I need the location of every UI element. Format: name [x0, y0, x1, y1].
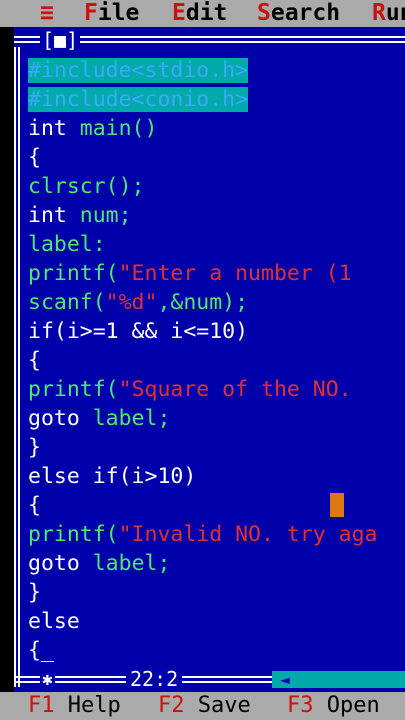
function-key-bar: F1 Help F2 Save F3 Open: [0, 692, 405, 720]
code-token: "Square of the NO.: [118, 377, 365, 402]
code-token: if(i>=1 && i<=10): [28, 319, 249, 344]
code-token: {_: [28, 638, 54, 663]
code-token: label;: [92, 551, 171, 576]
code-line[interactable]: int main(): [28, 114, 405, 143]
cursor-position: 22:2: [126, 667, 183, 692]
code-token: label;: [92, 406, 171, 431]
menu-search[interactable]: Search: [257, 0, 340, 27]
code-token: main(): [79, 116, 158, 141]
system-menu-icon[interactable]: ≡: [40, 0, 54, 27]
code-line[interactable]: if(i>=1 && i<=10): [28, 317, 405, 346]
save-key[interactable]: F2 Save: [158, 692, 251, 720]
code-token: else: [28, 609, 80, 634]
menu-file-label: ile: [97, 0, 140, 26]
code-line[interactable]: else if(i>10): [28, 462, 405, 491]
open-key-code: F3: [287, 693, 314, 718]
menu-search-label: earch: [270, 0, 341, 26]
open-key-label: Open: [313, 693, 380, 718]
code-line[interactable]: }: [28, 578, 405, 607]
help-key[interactable]: F1 Help: [28, 692, 121, 720]
code-token: }: [28, 435, 41, 460]
open-key[interactable]: F3 Open: [287, 692, 380, 720]
code-line[interactable]: label:: [28, 230, 405, 259]
menu-file-hotkey: F: [84, 0, 98, 26]
code-token: ,&num);: [157, 290, 249, 315]
window-bottom-border: ✱ 22:2 ◄: [14, 667, 405, 692]
code-token: scanf(: [28, 290, 106, 315]
window-top-border: [■]: [14, 27, 405, 53]
code-line[interactable]: {: [28, 143, 405, 172]
menu-run-hotkey: R: [372, 0, 386, 26]
code-token: label:: [28, 232, 106, 257]
save-key-code: F2: [158, 693, 185, 718]
scroll-left-arrow-icon[interactable]: ◄: [272, 671, 298, 688]
code-token: printf(: [28, 261, 119, 286]
code-line[interactable]: printf("Invalid NO. try aga: [28, 520, 405, 549]
code-token: "Invalid NO. try aga: [118, 522, 378, 547]
code-line[interactable]: int num;: [28, 201, 405, 230]
code-token: goto: [28, 551, 93, 576]
menu-bar: ≡ File Edit Search Run: [0, 0, 405, 27]
code-token: printf(: [28, 522, 119, 547]
code-token: {: [28, 348, 41, 373]
window-close-button[interactable]: [■]: [40, 27, 81, 53]
save-key-label: Save: [184, 693, 251, 718]
block-marker: [330, 493, 344, 517]
code-line[interactable]: scanf("%d",&num);: [28, 288, 405, 317]
code-token: else if(i>10): [28, 464, 197, 489]
code-line[interactable]: {: [28, 491, 405, 520]
code-token: #include<conio.h>: [28, 87, 249, 112]
code-token: int: [28, 203, 80, 228]
code-token: int: [28, 116, 80, 141]
code-token: "%d": [105, 290, 158, 315]
menu-edit-hotkey: E: [172, 0, 186, 26]
code-token: #include<stdio.h>: [28, 58, 249, 83]
code-line[interactable]: goto label;: [28, 549, 405, 578]
code-token: clrscr();: [28, 174, 145, 199]
window-left-border: [14, 47, 20, 687]
help-key-label: Help: [54, 693, 121, 718]
code-line[interactable]: printf("Square of the NO.: [28, 375, 405, 404]
code-line[interactable]: {_: [28, 636, 405, 665]
code-token: "Enter a number (1: [118, 261, 365, 286]
menu-edit[interactable]: Edit: [172, 0, 227, 27]
code-line[interactable]: {: [28, 346, 405, 375]
menu-edit-label: dit: [185, 0, 228, 26]
menu-search-hotkey: S: [257, 0, 271, 26]
editor-window[interactable]: [■] #include<stdio.h> #include<conio.h> in…: [14, 27, 405, 692]
menu-file[interactable]: File: [84, 0, 139, 27]
code-token: goto: [28, 406, 93, 431]
code-token: {: [28, 493, 41, 518]
code-line[interactable]: clrscr();: [28, 172, 405, 201]
code-line[interactable]: #include<stdio.h>: [28, 56, 405, 85]
code-token: printf(: [28, 377, 119, 402]
code-line[interactable]: goto label;: [28, 404, 405, 433]
code-line[interactable]: else: [28, 607, 405, 636]
modified-star-icon: ✱: [40, 667, 55, 692]
code-line[interactable]: }: [28, 433, 405, 462]
help-key-code: F1: [28, 693, 55, 718]
code-line[interactable]: printf("Enter a number (1: [28, 259, 405, 288]
code-line[interactable]: #include<conio.h>: [28, 85, 405, 114]
menu-run-label: un: [385, 0, 405, 26]
code-area[interactable]: #include<stdio.h> #include<conio.h> int ma…: [28, 56, 405, 665]
code-token: }: [28, 580, 41, 605]
code-token: {: [28, 145, 41, 170]
menu-run[interactable]: Run: [372, 0, 405, 27]
code-token: num;: [79, 203, 132, 228]
